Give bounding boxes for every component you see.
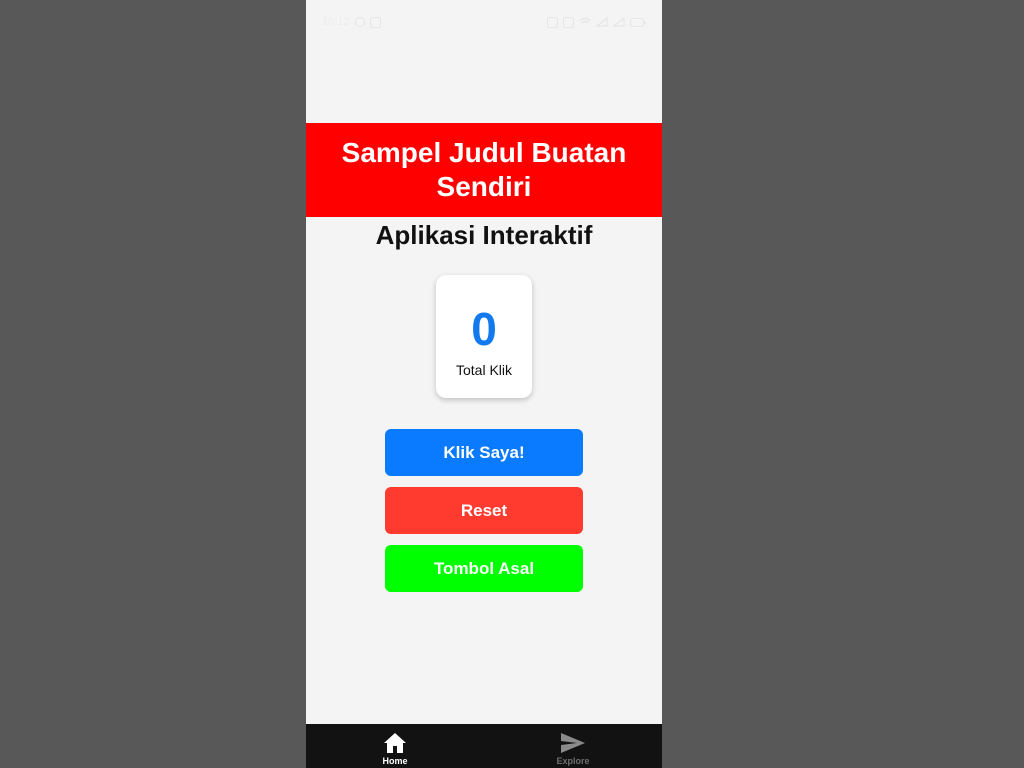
whatsapp-icon [354,17,365,27]
signal-icon [596,17,608,27]
counter-label: Total Klik [455,362,513,378]
sim-icon [547,16,558,28]
vibrate-icon [563,16,574,28]
click-me-button[interactable]: Klik Saya! [385,429,583,476]
battery-icon [630,17,646,27]
reset-button[interactable]: Reset [385,487,583,534]
counter-card: 0 Total Klik [436,275,532,398]
status-bar: 10:12 [306,0,662,44]
header-title: Sampel Judul Buatan Sendiri [341,137,627,202]
status-bar-right [547,16,646,28]
page-subtitle: Aplikasi Interaktif [375,220,593,250]
tab-home[interactable]: Home [306,724,484,768]
tab-explore-label: Explore [556,756,590,766]
counter-value: 0 [471,303,497,355]
home-icon [384,733,406,753]
send-icon [561,733,585,753]
tab-explore[interactable]: Explore [484,724,662,768]
app-header: Sampel Judul Buatan Sendiri [306,123,662,217]
wifi-icon [579,17,591,24]
phone-screen: 10:12 Sampel Judul Buatan Sendiri Aplika… [306,0,662,768]
notification-icon [369,16,381,28]
status-time: 10:12 [322,16,350,28]
status-bar-left: 10:12 [322,16,381,28]
signal-icon [613,17,625,27]
original-button[interactable]: Tombol Asal [385,545,583,592]
bottom-nav: Home Explore [306,724,662,768]
tab-home-label: Home [382,756,408,766]
